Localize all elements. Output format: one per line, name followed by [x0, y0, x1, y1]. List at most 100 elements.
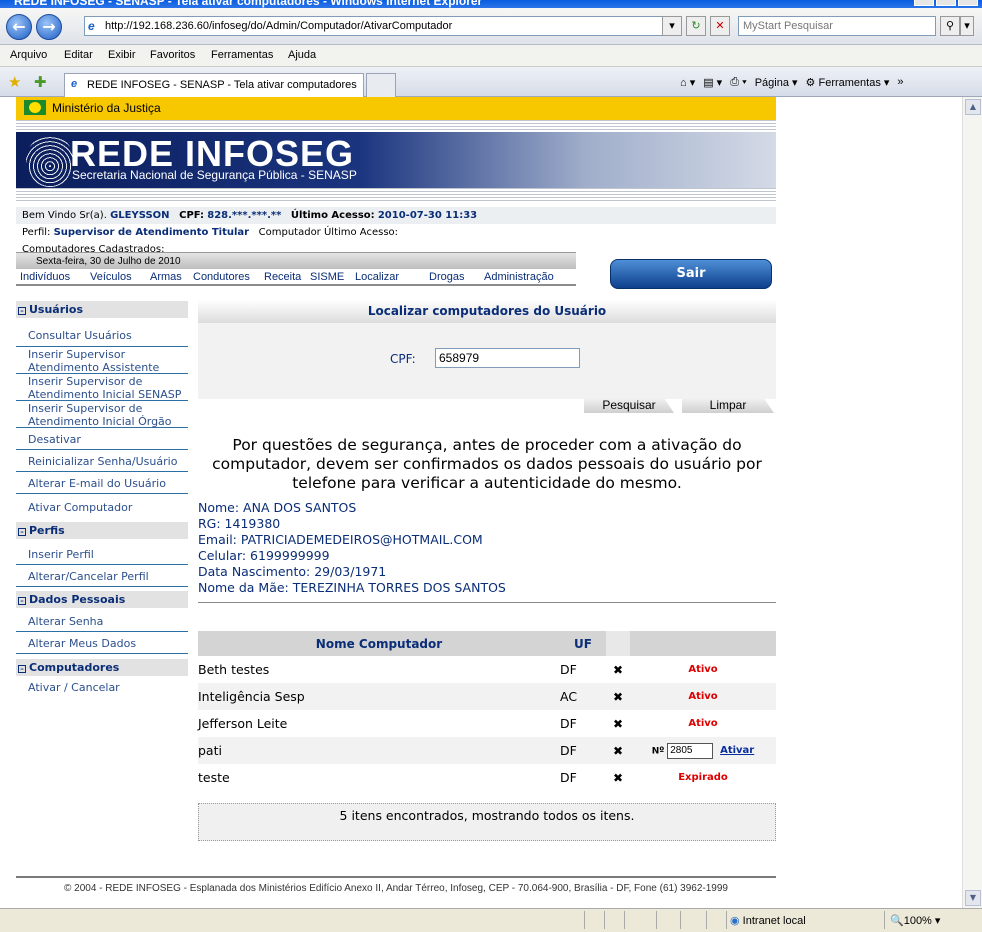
close-window-button[interactable] — [958, 0, 978, 6]
menu-favoritos[interactable]: Favoritos — [150, 49, 195, 61]
sidebar-item-inserir-supervisor-orgao[interactable]: Inserir Supervisor de Atendimento Inicia… — [16, 401, 188, 428]
logout-button[interactable]: Sair — [610, 259, 772, 289]
back-button[interactable]: ← — [6, 14, 32, 40]
sidebar-item-consultar-usuarios[interactable]: Consultar Usuários — [16, 325, 188, 347]
sidebar-item-alterar-email[interactable]: Alterar E-mail do Usuário — [16, 472, 188, 494]
nav-individuos[interactable]: Indivíduos — [20, 271, 70, 283]
sidebar-item-inserir-supervisor-assistente[interactable]: Inserir Supervisor Atendimento Assistent… — [16, 347, 188, 374]
favorites-star-icon[interactable]: ★ — [8, 73, 21, 91]
tools-menu[interactable]: ⚙ Ferramentas ▾ — [806, 76, 890, 89]
activate-link[interactable]: Ativar — [720, 745, 754, 756]
delete-icon[interactable]: ✖ — [606, 764, 630, 791]
computer-name: Inteligência Sesp — [198, 683, 560, 710]
refresh-button[interactable]: ↻ — [686, 16, 706, 36]
gear-icon: ⚙ — [805, 77, 816, 89]
sidebar-item-ativar-computador[interactable]: Ativar Computador — [16, 494, 188, 517]
computer-uf: AC — [560, 683, 606, 710]
activation-number-input[interactable] — [667, 742, 714, 759]
address-input[interactable]: e http://192.168.236.60/infoseg/do/Admin… — [84, 16, 678, 36]
forward-button[interactable]: → — [36, 14, 62, 40]
sidebar-item-alterar-perfil[interactable]: Alterar/Cancelar Perfil — [16, 565, 188, 587]
collapse-icon: – — [18, 597, 26, 605]
vertical-scrollbar[interactable]: ▲ ▼ — [962, 97, 982, 908]
results-summary: 5 itens encontrados, mostrando todos os … — [198, 803, 776, 841]
delete-icon[interactable]: ✖ — [606, 737, 630, 764]
col-status — [630, 631, 776, 656]
sidebar-item-inserir-supervisor-senasp[interactable]: Inserir Supervisor de Atendimento Inicia… — [16, 374, 188, 401]
search-options-button[interactable]: ▾ — [960, 16, 974, 36]
menu-ajuda[interactable]: Ajuda — [288, 49, 316, 61]
user-info-line1: Bem Vindo Sr(a). GLEYSSON CPF: 828.***.*… — [16, 207, 776, 224]
status-panel — [624, 911, 625, 929]
search-icon[interactable]: ⚲ — [940, 16, 960, 36]
menu-ferramentas[interactable]: Ferramentas — [211, 49, 273, 61]
minimize-button[interactable] — [914, 0, 934, 6]
sidebar-section-usuarios[interactable]: – Usuários — [16, 301, 188, 318]
zoom-control[interactable]: 🔍100% ▾ — [890, 914, 940, 927]
nav-armas[interactable]: Armas — [150, 271, 182, 283]
panel-title: Localizar computadores do Usuário — [198, 300, 776, 323]
sidebar-item-reinicializar-senha[interactable]: Reinicializar Senha/Usuário — [16, 450, 188, 472]
scroll-down-icon[interactable]: ▼ — [965, 890, 981, 906]
computer-uf: DF — [560, 716, 577, 731]
menu-arquivo[interactable]: Arquivo — [10, 49, 47, 61]
nav-condutores[interactable]: Condutores — [193, 271, 250, 283]
footer-divider — [16, 876, 776, 878]
nav-veiculos[interactable]: Veículos — [90, 271, 132, 283]
nav-administracao[interactable]: Administração — [484, 271, 554, 283]
sidebar-item-inserir-perfil[interactable]: Inserir Perfil — [16, 543, 188, 565]
chevron-more-icon[interactable]: » — [897, 76, 903, 89]
sidebar-section-computadores[interactable]: – Computadores — [16, 659, 188, 676]
sidebar-section-perfis[interactable]: – Perfis — [16, 522, 188, 539]
delete-icon[interactable]: ✖ — [606, 656, 630, 683]
maximize-button[interactable] — [936, 0, 956, 6]
sidebar: – Usuários Consultar Usuários Inserir Sup… — [16, 301, 188, 698]
collapse-icon: – — [18, 665, 26, 673]
table-row: pati DF ✖ Nº Ativar — [198, 737, 776, 764]
stop-button[interactable]: ✕ — [710, 16, 730, 36]
page-menu-label: Página — [754, 77, 789, 89]
person-birthdate: Data Nascimento: 29/03/1971 — [198, 564, 387, 579]
sidebar-item-ativar-cancelar[interactable]: Ativar / Cancelar — [16, 676, 188, 698]
sidebar-item-desativar[interactable]: Desativar — [16, 428, 188, 450]
clear-button[interactable]: Limpar — [682, 397, 774, 413]
sidebar-item-alterar-senha[interactable]: Alterar Senha — [16, 610, 188, 632]
scroll-up-icon[interactable]: ▲ — [965, 99, 981, 115]
search-button[interactable]: Pesquisar — [584, 397, 674, 413]
sidebar-section-dados-pessoais[interactable]: – Dados Pessoais — [16, 591, 188, 608]
page-viewport: Ministério da Justiça REDE INFOSEG Secre… — [0, 97, 962, 908]
delete-icon[interactable]: ✖ — [606, 710, 630, 737]
address-dropdown-button[interactable]: ▾ — [662, 16, 682, 36]
nav-localizar[interactable]: Localizar — [355, 271, 399, 283]
delete-icon[interactable]: ✖ — [606, 683, 630, 710]
new-tab-button[interactable] — [366, 73, 396, 97]
nav-drogas[interactable]: Drogas — [429, 271, 464, 283]
status-panel — [656, 911, 657, 929]
status-panel — [706, 911, 707, 929]
nav-sisme[interactable]: SISME — [310, 271, 344, 283]
browser-tab[interactable]: e REDE INFOSEG - SENASP - Tela ativar co… — [64, 73, 364, 97]
page-menu[interactable]: Página ▾ — [755, 76, 798, 89]
zone-label: Intranet local — [742, 915, 806, 927]
home-icon[interactable]: ⌂ ▾ — [680, 76, 695, 89]
computer-name: teste — [198, 770, 230, 785]
feeds-icon[interactable]: ▤ ▾ — [703, 76, 722, 89]
menu-editar[interactable]: Editar — [64, 49, 93, 61]
add-favorites-icon[interactable]: ✚ — [34, 73, 47, 91]
ministry-label: Ministério da Justiça — [52, 101, 161, 115]
person-email: Email: PATRICIADEMEDEIROS@HOTMAIL.COM — [198, 532, 483, 547]
sidebar-item-alterar-meus-dados[interactable]: Alterar Meus Dados — [16, 632, 188, 654]
computer-uf: DF — [560, 770, 577, 785]
site-container: Ministério da Justiça REDE INFOSEG Secre… — [16, 97, 776, 894]
status-badge: Ativo — [688, 664, 718, 675]
search-input[interactable]: MyStart Pesquisar — [738, 16, 936, 36]
search-form: CPF: — [198, 323, 776, 399]
section-title: Usuários — [29, 303, 84, 316]
cpf-input[interactable] — [435, 348, 580, 368]
brand-title: REDE INFOSEG — [70, 133, 355, 174]
intranet-zone: ◉ Intranet local — [730, 914, 806, 927]
menu-exibir[interactable]: Exibir — [108, 49, 136, 61]
user-name: GLEYSSON — [110, 210, 170, 221]
print-icon[interactable]: ⎙ ▾ — [730, 76, 746, 89]
nav-receita[interactable]: Receita — [264, 271, 301, 283]
